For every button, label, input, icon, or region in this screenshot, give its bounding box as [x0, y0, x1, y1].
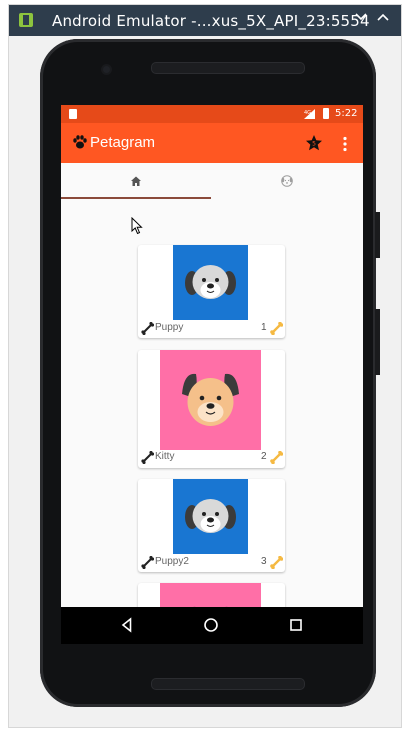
power-button[interactable] — [375, 212, 380, 258]
android-nav-bar — [61, 607, 363, 644]
tab-bar — [61, 163, 363, 199]
gold-bone-icon — [270, 556, 283, 569]
window-title: Android Emulator -...xus_5X_API_23:5554 — [52, 12, 370, 30]
status-bar: 4G 5:22 — [61, 105, 363, 123]
device-frame: 4G 5:22 Petagram 5 Puppy 1 Kitty 2 Puppy… — [40, 39, 380, 707]
phone-screen: 4G 5:22 Petagram 5 Puppy 1 Kitty 2 Puppy… — [61, 105, 363, 644]
bone-icon[interactable] — [141, 556, 154, 569]
emulator-titlebar[interactable]: Android Emulator -...xus_5X_API_23:5554 — [9, 5, 401, 36]
star-badge: 5 — [312, 141, 316, 148]
pet-name: Kitty — [155, 451, 175, 462]
tab-profile[interactable] — [212, 163, 363, 199]
volume-button[interactable] — [375, 309, 380, 375]
paw-icon — [73, 135, 87, 149]
home-nav-icon[interactable] — [202, 616, 220, 634]
emulator-window: Android Emulator -...xus_5X_API_23:5554 … — [8, 4, 402, 728]
chevron-down-icon[interactable] — [351, 10, 371, 30]
overflow-menu-icon[interactable] — [342, 136, 348, 152]
pet-card[interactable]: Puppy 1 — [138, 245, 285, 338]
dog-face-icon — [281, 175, 293, 187]
signal-icon: 4G — [304, 109, 315, 119]
back-icon[interactable] — [118, 616, 136, 634]
android-studio-icon — [19, 13, 33, 27]
bone-icon[interactable] — [141, 322, 154, 335]
status-time: 5:22 — [335, 108, 358, 119]
battery-icon — [323, 108, 329, 119]
pet-photo — [173, 479, 248, 554]
chevron-up-icon[interactable] — [373, 10, 393, 30]
pet-likes: 1 — [261, 322, 267, 333]
home-icon — [131, 176, 141, 186]
pet-photo — [173, 245, 248, 320]
bone-icon[interactable] — [141, 451, 154, 464]
favorites-star-icon[interactable]: 5 — [305, 134, 323, 152]
app-title: Petagram — [90, 134, 156, 151]
network-type: 4G — [304, 110, 311, 116]
mouse-cursor-icon — [131, 217, 143, 235]
pet-photo — [160, 350, 261, 450]
recents-icon[interactable] — [287, 616, 305, 634]
pet-likes: 3 — [261, 556, 267, 567]
tab-home[interactable] — [61, 163, 212, 199]
pet-card[interactable]: Puppy2 3 — [138, 479, 285, 572]
pet-likes: 2 — [261, 451, 267, 462]
gold-bone-icon — [270, 322, 283, 335]
bottom-speaker — [151, 678, 305, 690]
front-camera — [103, 66, 110, 73]
gold-bone-icon — [270, 451, 283, 464]
app-bar: Petagram 5 — [61, 123, 363, 163]
top-speaker — [151, 62, 305, 74]
pet-feed[interactable]: Puppy 1 Kitty 2 Puppy2 3 — [61, 199, 363, 644]
pet-name: Puppy — [155, 322, 184, 333]
pet-name: Puppy2 — [155, 556, 189, 567]
pet-card[interactable]: Kitty 2 — [138, 350, 285, 468]
sd-card-icon — [69, 109, 77, 119]
